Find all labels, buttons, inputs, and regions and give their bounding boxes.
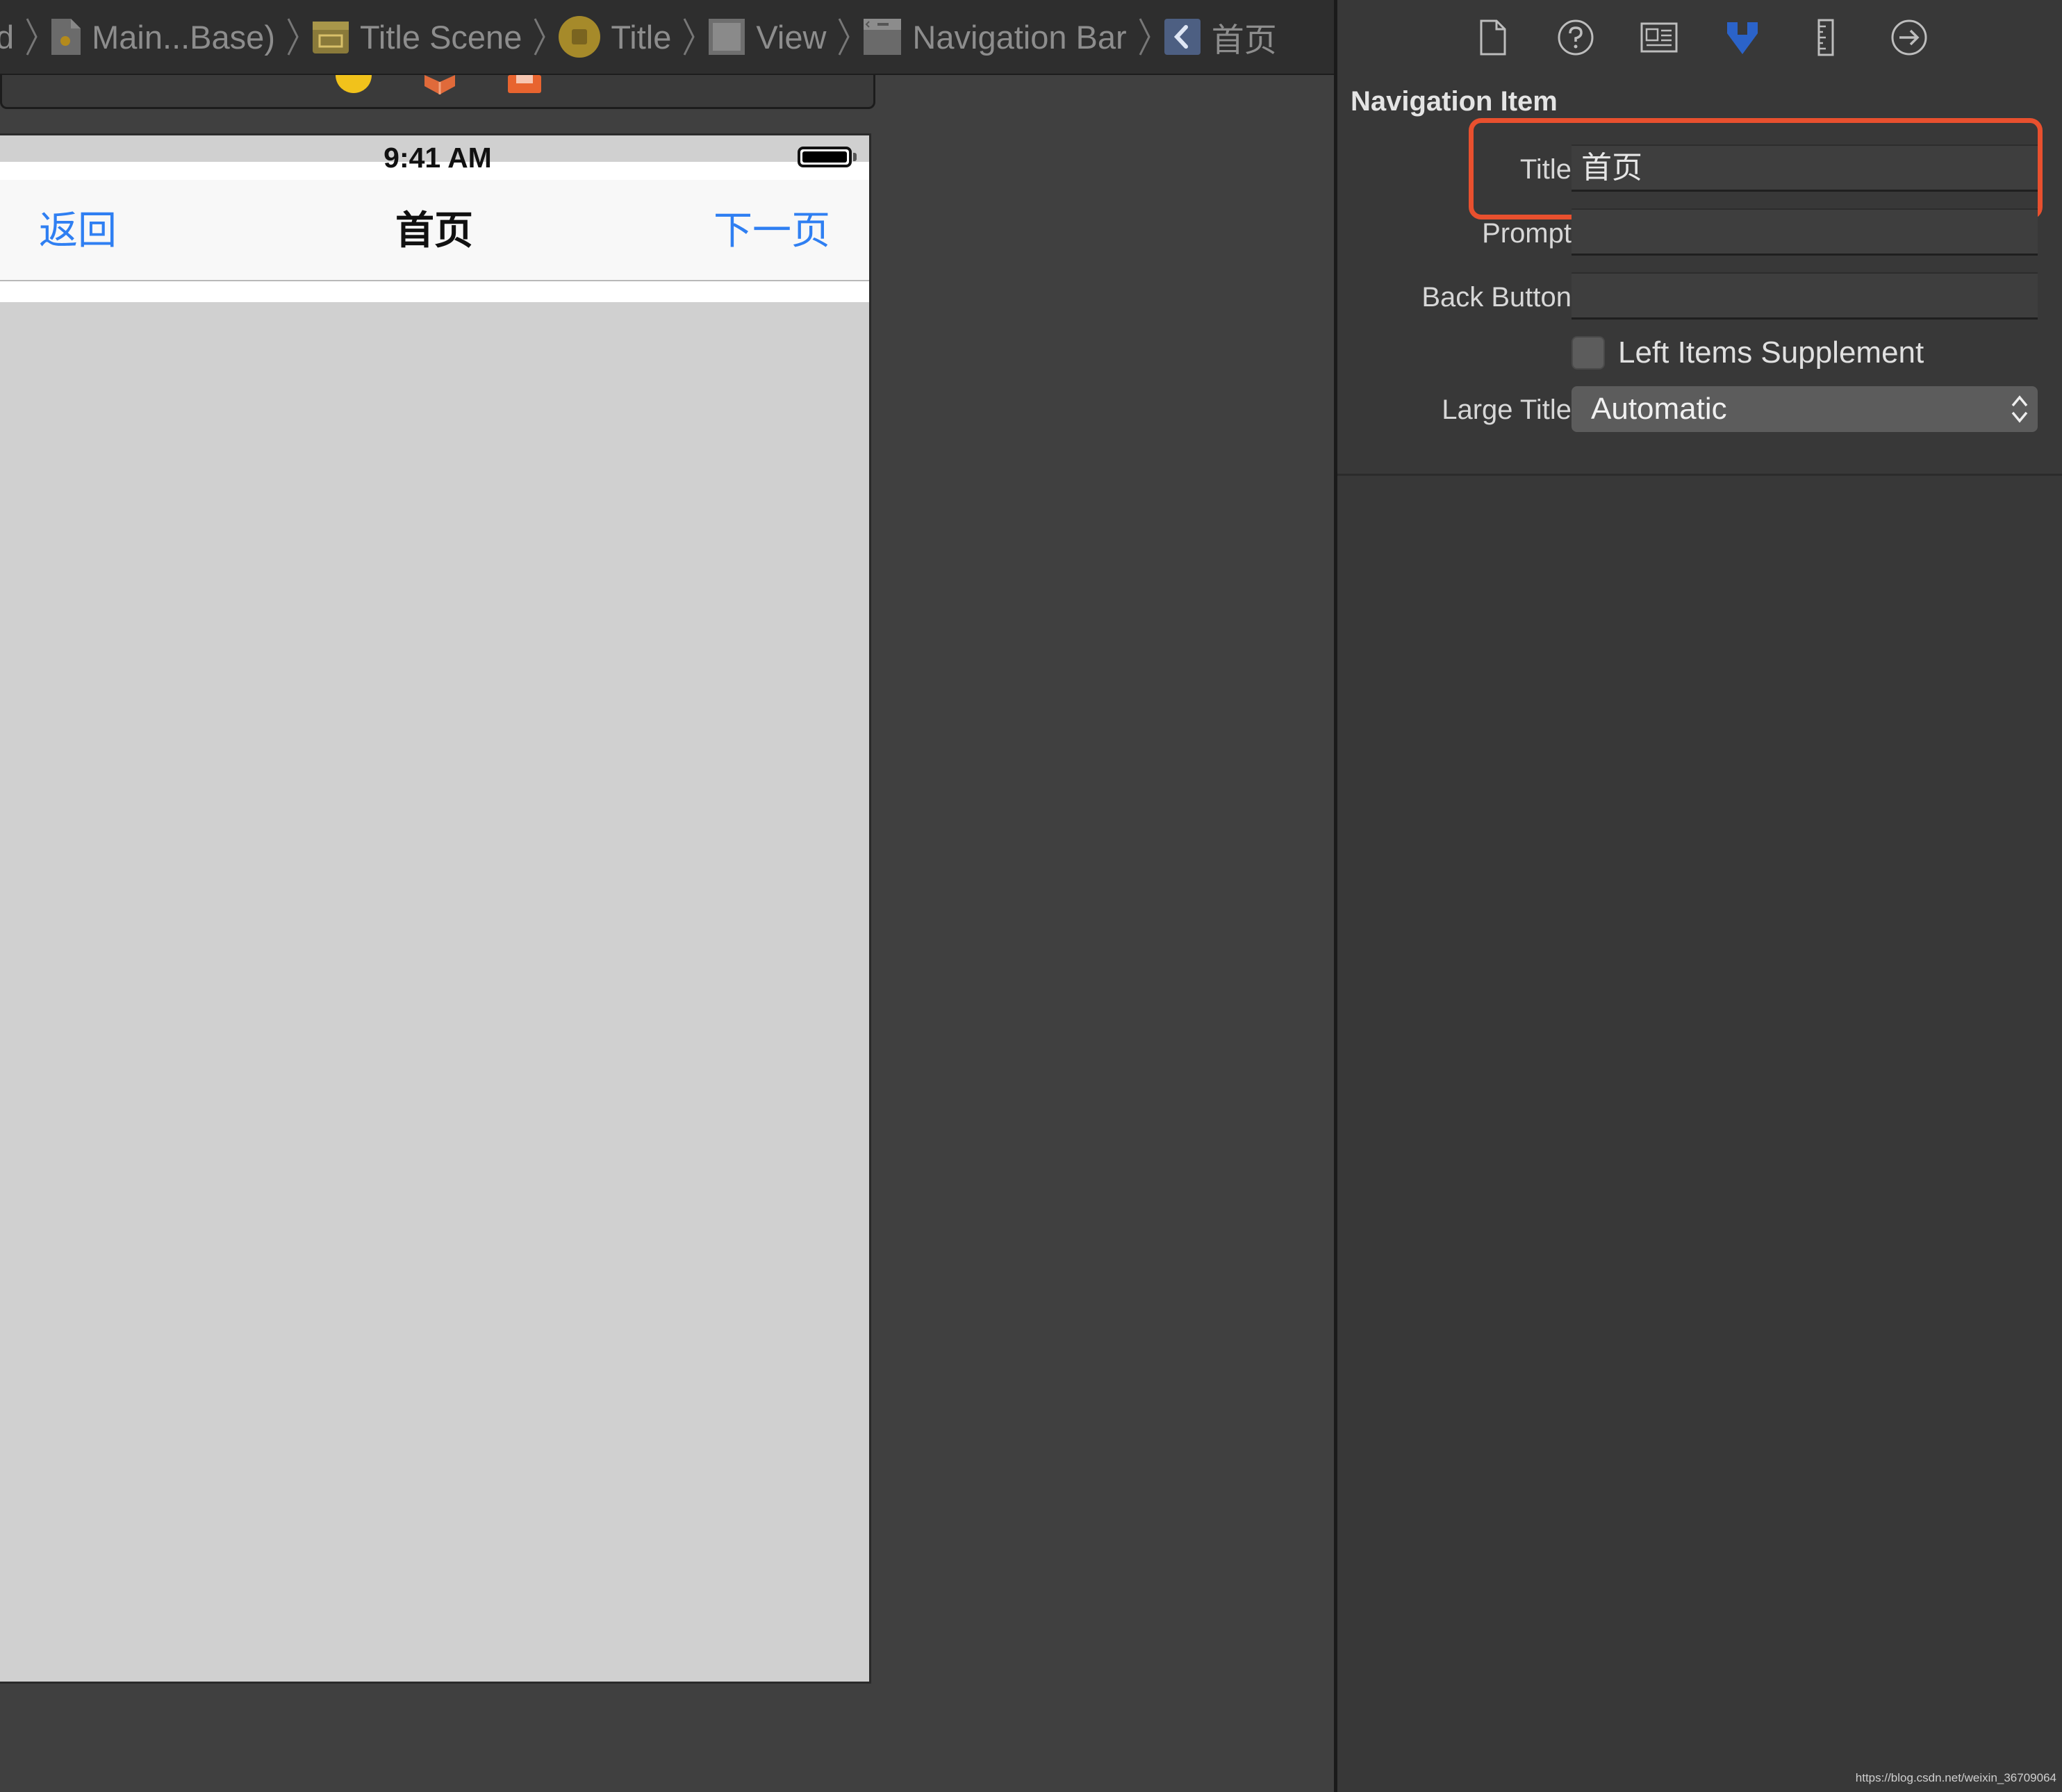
attributes-inspector: Navigation Item Title 首页 Prompt Back But… — [1334, 0, 2062, 1792]
content-view[interactable] — [0, 302, 869, 1682]
next-page-bar-button[interactable]: 下一页 — [714, 180, 830, 281]
identity-inspector-icon[interactable] — [1640, 18, 1679, 57]
chevron-right-icon — [26, 18, 38, 56]
breadcrumb-item-label: Navigation Bar — [912, 18, 1127, 56]
navigation-bar-gap — [0, 281, 869, 302]
large-title-value: Automatic — [1591, 392, 1727, 426]
navigation-bar[interactable]: 返回 首页 下一页 — [0, 180, 869, 281]
prompt-label: Prompt — [1482, 218, 1572, 249]
large-title-label: Large Title — [1442, 395, 1572, 425]
size-inspector-icon[interactable] — [1806, 18, 1845, 57]
chevron-right-icon — [839, 18, 850, 56]
section-divider — [1337, 474, 2062, 476]
first-responder-icon[interactable] — [422, 75, 458, 94]
help-inspector-icon[interactable] — [1556, 18, 1595, 57]
chevron-right-icon — [684, 18, 695, 56]
chevron-right-icon — [1139, 18, 1150, 56]
storyboard-canvas[interactable]: 9:41 AM 返回 首页 下一页 — [0, 75, 1334, 1792]
large-title-select[interactable]: Automatic — [1572, 386, 2038, 432]
file-inspector-icon[interactable] — [1473, 18, 1512, 57]
back-button-field[interactable] — [1572, 272, 2038, 320]
connections-inspector-icon[interactable] — [1890, 18, 1929, 57]
chevron-up-down-icon — [2011, 395, 2028, 423]
left-items-supplement-label[interactable]: Left Items Supplement — [1618, 336, 1924, 370]
breadcrumb-item-navigation-item[interactable]: 首页 — [1163, 13, 1277, 61]
view-controller-icon[interactable] — [333, 75, 374, 93]
view-icon — [709, 19, 745, 55]
watermark: https://blog.csdn.net/weixin_36709064 — [1855, 1771, 2056, 1784]
battery-icon — [798, 147, 852, 167]
section-title: Navigation Item — [1351, 86, 1558, 117]
breadcrumb: d Main...Base) Title Scene — [0, 0, 1277, 74]
iphone-scene-view[interactable]: 9:41 AM 返回 首页 下一页 — [0, 133, 871, 1684]
prompt-field[interactable] — [1572, 208, 2038, 256]
navigation-item-icon — [1164, 19, 1201, 55]
jump-bar: d Main...Base) Title Scene — [0, 0, 1334, 75]
breadcrumb-item-label: Title — [611, 18, 672, 56]
highlight-box — [1469, 118, 2043, 219]
breadcrumb-item-view[interactable]: View — [707, 17, 826, 56]
chevron-right-icon — [287, 18, 299, 56]
breadcrumb-item-view-controller[interactable]: Title — [558, 15, 671, 58]
exit-icon[interactable] — [506, 75, 543, 94]
breadcrumb-item-label: View — [756, 18, 827, 56]
breadcrumb-item-label: 首页 — [1211, 21, 1277, 58]
battery-fill — [802, 151, 847, 163]
attributes-inspector-icon[interactable] — [1723, 18, 1762, 57]
breadcrumb-item-storyboard[interactable]: Main...Base) — [50, 17, 275, 56]
scene-dock — [0, 75, 875, 109]
status-time: 9:41 AM — [383, 142, 492, 174]
navigation-bar-icon — [864, 19, 902, 55]
storyboard-file-icon — [51, 19, 81, 55]
breadcrumb-item-project[interactable]: d — [0, 18, 14, 56]
breadcrumb-item-label: Main...Base) — [92, 18, 275, 56]
view-controller-icon — [559, 16, 601, 58]
breadcrumb-item-navigation-bar[interactable]: Navigation Bar — [862, 17, 1127, 56]
breadcrumb-item-scene[interactable]: Title Scene — [311, 17, 522, 56]
inspector-tab-bar — [1337, 0, 2062, 75]
chevron-right-icon — [534, 18, 546, 56]
breadcrumb-item-label: d — [0, 18, 14, 56]
left-items-supplement-checkbox[interactable] — [1572, 336, 1605, 370]
breadcrumb-item-label: Title Scene — [359, 18, 522, 56]
back-button-label: Back Button — [1421, 282, 1572, 313]
battery-tip — [853, 153, 857, 161]
scene-icon — [312, 22, 349, 53]
